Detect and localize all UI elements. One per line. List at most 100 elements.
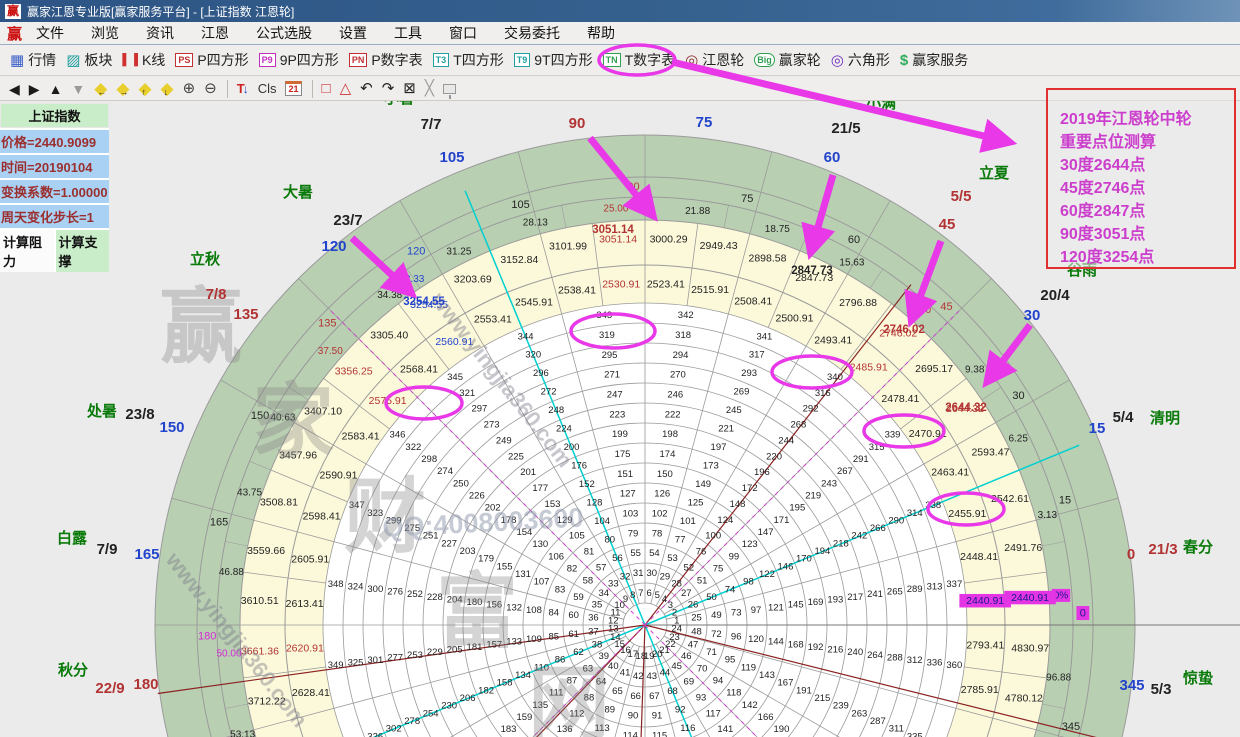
cls-button[interactable]: Cls <box>258 78 277 100</box>
svg-text:3000.29: 3000.29 <box>650 234 688 246</box>
tn-badge-icon: TN <box>603 53 621 67</box>
menu-gann[interactable]: 江恩 <box>201 23 229 43</box>
svg-text:3254.55: 3254.55 <box>403 296 445 308</box>
menu-window[interactable]: 窗口 <box>449 23 477 43</box>
svg-text:104: 104 <box>594 516 610 527</box>
instrument-panel: 上证指数 价格=2440.9099 时间=20190104 变换系数=1.000… <box>0 103 109 272</box>
svg-text:2605.91: 2605.91 <box>291 554 329 566</box>
menu-news[interactable]: 资讯 <box>146 23 174 43</box>
t9-badge-icon: T9 <box>514 53 531 67</box>
svg-text:135: 135 <box>233 306 258 323</box>
svg-text:2545.91: 2545.91 <box>515 296 553 308</box>
toolbar-9t-square-button[interactable]: T9 9T四方形 <box>514 50 593 70</box>
rotate-cw-button[interactable]: ↷ <box>382 78 395 100</box>
svg-text:147: 147 <box>758 527 774 538</box>
svg-text:264: 264 <box>867 650 883 661</box>
svg-text:183: 183 <box>501 724 517 735</box>
toolbar-kline-button[interactable]: ▌▐ K线 <box>122 50 165 70</box>
toolbar-sectors-button[interactable]: ▨ 板块 <box>66 50 112 70</box>
svg-text:107: 107 <box>534 577 550 588</box>
svg-text:192: 192 <box>808 642 824 653</box>
pan-up-button[interactable]: ◆↑ <box>138 78 151 100</box>
svg-text:7/8: 7/8 <box>206 286 227 303</box>
svg-text:72: 72 <box>711 629 722 640</box>
svg-text:30: 30 <box>1024 307 1041 324</box>
svg-text:0: 0 <box>1127 546 1135 563</box>
toolbar-quotes-button[interactable]: ▦ 行情 <box>10 50 56 70</box>
calc-resistance-button[interactable]: 计算阻力 <box>0 230 56 272</box>
svg-text:182: 182 <box>478 685 494 696</box>
t3-badge-icon: T3 <box>433 53 450 67</box>
svg-text:51: 51 <box>697 576 708 587</box>
menu-tools[interactable]: 工具 <box>394 23 422 43</box>
prev-button[interactable]: ◀ <box>9 78 20 100</box>
svg-text:4780.12: 4780.12 <box>1005 692 1043 704</box>
svg-text:119: 119 <box>741 662 756 673</box>
up-button[interactable]: ▲ <box>49 78 63 100</box>
toolbar-hexagon-button[interactable]: ◎ 六角形 <box>831 50 890 70</box>
svg-text:239: 239 <box>833 701 849 712</box>
menu-settings[interactable]: 设置 <box>339 23 367 43</box>
menu-formula-stockpick[interactable]: 公式选股 <box>256 23 312 43</box>
pan-down-button[interactable]: ◆↓ <box>161 78 174 100</box>
svg-text:291: 291 <box>853 454 869 465</box>
svg-text:345: 345 <box>447 372 463 383</box>
down-button[interactable]: ▼ <box>71 78 85 100</box>
projector-icon[interactable] <box>443 84 456 94</box>
gann-wheel-chart-area[interactable]: 0153045607590105120135150165180195210225… <box>0 101 1240 737</box>
menu-browse[interactable]: 浏览 <box>91 23 119 43</box>
svg-text:2493.41: 2493.41 <box>814 334 852 346</box>
rotate-ccw-button[interactable]: ↶ <box>360 78 373 100</box>
svg-text:31.25: 31.25 <box>446 246 471 257</box>
svg-text:117: 117 <box>706 708 721 719</box>
triangle-tool-button[interactable]: △ <box>340 78 352 100</box>
svg-text:122: 122 <box>759 569 775 580</box>
zoom-out-button[interactable]: ⊖ <box>204 78 217 100</box>
svg-text:123: 123 <box>742 539 758 550</box>
calc-support-button[interactable]: 计算支撑 <box>56 230 110 272</box>
menu-help[interactable]: 帮助 <box>587 23 615 43</box>
menu-trade[interactable]: 交易委托 <box>504 23 560 43</box>
toolbar-winner-service-button[interactable]: $ 赢家服务 <box>900 50 968 70</box>
toolbar-t-square-button[interactable]: T3 T四方形 <box>433 50 504 70</box>
zoom-in-button[interactable]: ⊕ <box>183 78 196 100</box>
svg-text:313: 313 <box>927 581 943 592</box>
svg-text:278: 278 <box>404 716 420 727</box>
step-readout: 周天变化步长=1 <box>0 205 109 228</box>
square-tool-button[interactable]: □ <box>322 78 331 100</box>
down-arrow-icon: ↓ <box>164 81 169 103</box>
toolbar-sectors-label: 板块 <box>84 50 112 70</box>
time-axis-button[interactable]: T ↓ <box>237 78 249 100</box>
svg-text:201: 201 <box>520 467 536 478</box>
toolbar-9p-square-button[interactable]: P9 9P四方形 <box>259 50 339 70</box>
toolbar-gann-wheel-button[interactable]: ◎ 江恩轮 <box>685 50 744 70</box>
svg-text:166: 166 <box>758 712 774 723</box>
svg-text:47: 47 <box>688 639 699 650</box>
svg-text:59: 59 <box>573 592 584 603</box>
svg-text:28.13: 28.13 <box>523 217 548 228</box>
toolbar-t-table-button[interactable]: TN T数字表 <box>603 50 676 70</box>
svg-text:2538.41: 2538.41 <box>558 285 596 297</box>
pan-left-button[interactable]: ◆← <box>94 78 107 100</box>
svg-text:93: 93 <box>696 693 707 704</box>
calendar-icon[interactable]: 21 <box>285 81 301 96</box>
cross-tool-button[interactable]: ╳ <box>425 78 434 100</box>
svg-text:2644.32: 2644.32 <box>945 402 987 414</box>
next-button[interactable]: ▶ <box>29 78 40 100</box>
svg-text:12.50: 12.50 <box>906 305 931 316</box>
svg-text:273: 273 <box>484 420 500 431</box>
p9-badge-icon: P9 <box>259 53 276 67</box>
toolbar-p-square-button[interactable]: PS P四方形 <box>175 50 248 70</box>
svg-text:49: 49 <box>711 610 722 621</box>
box-x-button[interactable]: ⊠ <box>403 78 416 100</box>
pan-right-button[interactable]: ◆→ <box>116 78 129 100</box>
svg-text:128: 128 <box>587 498 603 509</box>
toolbar-p-table-button[interactable]: PN P数字表 <box>349 50 423 70</box>
menu-file[interactable]: 文件 <box>36 23 64 43</box>
svg-text:75: 75 <box>696 114 713 131</box>
svg-text:37: 37 <box>588 626 599 637</box>
svg-text:21.88: 21.88 <box>685 206 710 217</box>
svg-text:96.88: 96.88 <box>1046 672 1071 683</box>
svg-text:67: 67 <box>649 691 660 702</box>
toolbar-winner-wheel-button[interactable]: Big 赢家轮 <box>754 50 821 70</box>
